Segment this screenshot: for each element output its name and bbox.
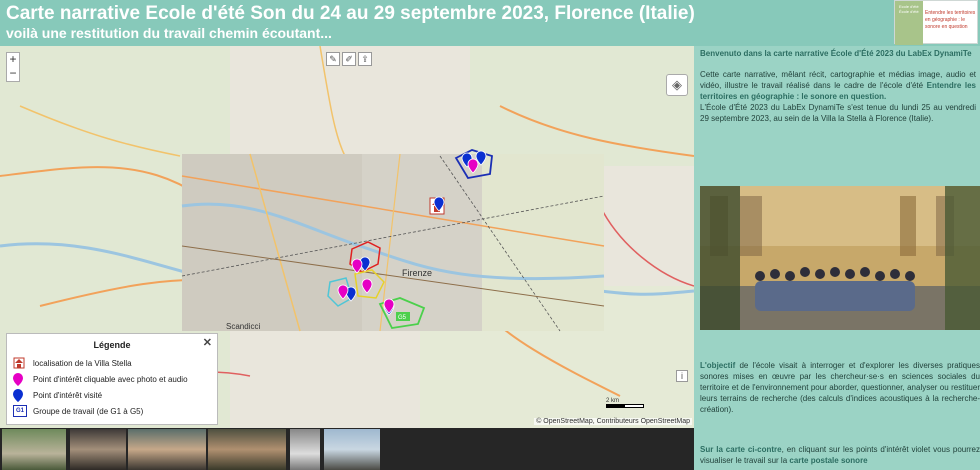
- legend-title: Légende: [93, 340, 131, 350]
- blue-pin-icon: [13, 389, 27, 402]
- logo-text-a: Ecole d'été École d'été: [899, 4, 919, 14]
- sidebar-text: de l'école visait à interroger et d'expl…: [700, 361, 980, 414]
- sidebar-bold-text: Sur la carte ci-contre: [700, 445, 782, 454]
- layers-icon: ◈: [672, 77, 682, 92]
- layers-button[interactable]: ◈: [666, 74, 688, 96]
- zoom-control: + −: [6, 52, 20, 82]
- sidebar-panel: Benvenuto dans la carte narrative École …: [694, 46, 980, 470]
- gallery-thumbnail[interactable]: [128, 429, 206, 470]
- sidebar-intro-title: Benvenuto dans la carte narrative École …: [700, 49, 972, 58]
- sidebar-paragraph: Sur la carte ci-contre, en cliquant sur …: [700, 444, 980, 466]
- map-edit-tools: ✎ ✐ ⇪: [326, 52, 372, 68]
- map-city-label: Firenze: [402, 268, 432, 278]
- villa-icon: [13, 357, 27, 369]
- legend-label: Point d'intérêt cliquable avec photo et …: [33, 374, 188, 384]
- map-panel[interactable]: Firenze Scandicci G5 + − ✎ ✐ ⇪ ◈ i 2 km …: [0, 46, 694, 428]
- zoom-out-button[interactable]: −: [7, 67, 19, 81]
- zoom-in-button[interactable]: +: [7, 53, 19, 67]
- app-root: Carte narrative Ecole d'été Son du 24 au…: [0, 0, 980, 470]
- labex-logo[interactable]: Ecole d'été École d'été Entendre les ter…: [894, 0, 978, 45]
- legend-item: Point d'intérêt visité: [13, 389, 103, 402]
- gallery-thumbnail[interactable]: [2, 429, 66, 470]
- legend-label: Point d'intérêt visité: [33, 390, 103, 400]
- sidebar-paragraph: L'École d'Été 2023 du LabEx DynamiTe s'e…: [700, 103, 976, 123]
- map-legend: ✕ Légende localisation de la Villa Stell…: [6, 333, 218, 425]
- legend-label: Groupe de travail (de G1 à G5): [33, 406, 144, 416]
- group-icon: G1: [13, 405, 27, 417]
- legend-item: localisation de la Villa Stella: [13, 357, 132, 369]
- gallery-thumbnail[interactable]: [70, 429, 126, 470]
- map-scale: 2 km: [606, 398, 644, 408]
- gallery-thumbnail[interactable]: [208, 429, 286, 470]
- legend-item: Point d'intérêt cliquable avec photo et …: [13, 373, 188, 386]
- info-button[interactable]: i: [676, 370, 688, 382]
- sidebar-bold-text: L'objectif: [700, 361, 736, 370]
- share-icon[interactable]: ⇪: [358, 52, 372, 66]
- sidebar-bold-text: carte postale sonore: [789, 456, 868, 465]
- map-attribution[interactable]: © OpenStreetMap, Contributeurs OpenStree…: [534, 418, 692, 425]
- sidebar-paragraph: L'objectif de l'école visait à interroge…: [700, 360, 980, 415]
- logo-text-b: Entendre les territoires en géographie :…: [925, 10, 976, 30]
- scale-bar: [606, 404, 644, 408]
- image-gallery: [0, 428, 694, 470]
- header: Carte narrative Ecole d'été Son du 24 au…: [0, 0, 980, 46]
- gallery-thumbnail[interactable]: [324, 429, 380, 470]
- edit-draw-icon[interactable]: ✐: [342, 52, 356, 66]
- legend-item: G1 Groupe de travail (de G1 à G5): [13, 405, 143, 417]
- legend-close-button[interactable]: ✕: [203, 336, 212, 349]
- group-photo[interactable]: [700, 186, 980, 330]
- gallery-thumbnail[interactable]: [290, 429, 320, 470]
- group-tag[interactable]: G5: [398, 315, 407, 321]
- edit-pencil-icon[interactable]: ✎: [326, 52, 340, 66]
- sidebar-paragraph: Cette carte narrative, mêlant récit, car…: [700, 69, 976, 102]
- legend-label: localisation de la Villa Stella: [33, 358, 132, 368]
- page-subtitle: voilà une restitution du travail chemin …: [6, 25, 332, 41]
- page-title: Carte narrative Ecole d'été Son du 24 au…: [6, 3, 695, 24]
- map-place-label: Scandicci: [226, 322, 260, 331]
- magenta-pin-icon: [13, 373, 27, 386]
- group-icon-text: G1: [15, 408, 24, 414]
